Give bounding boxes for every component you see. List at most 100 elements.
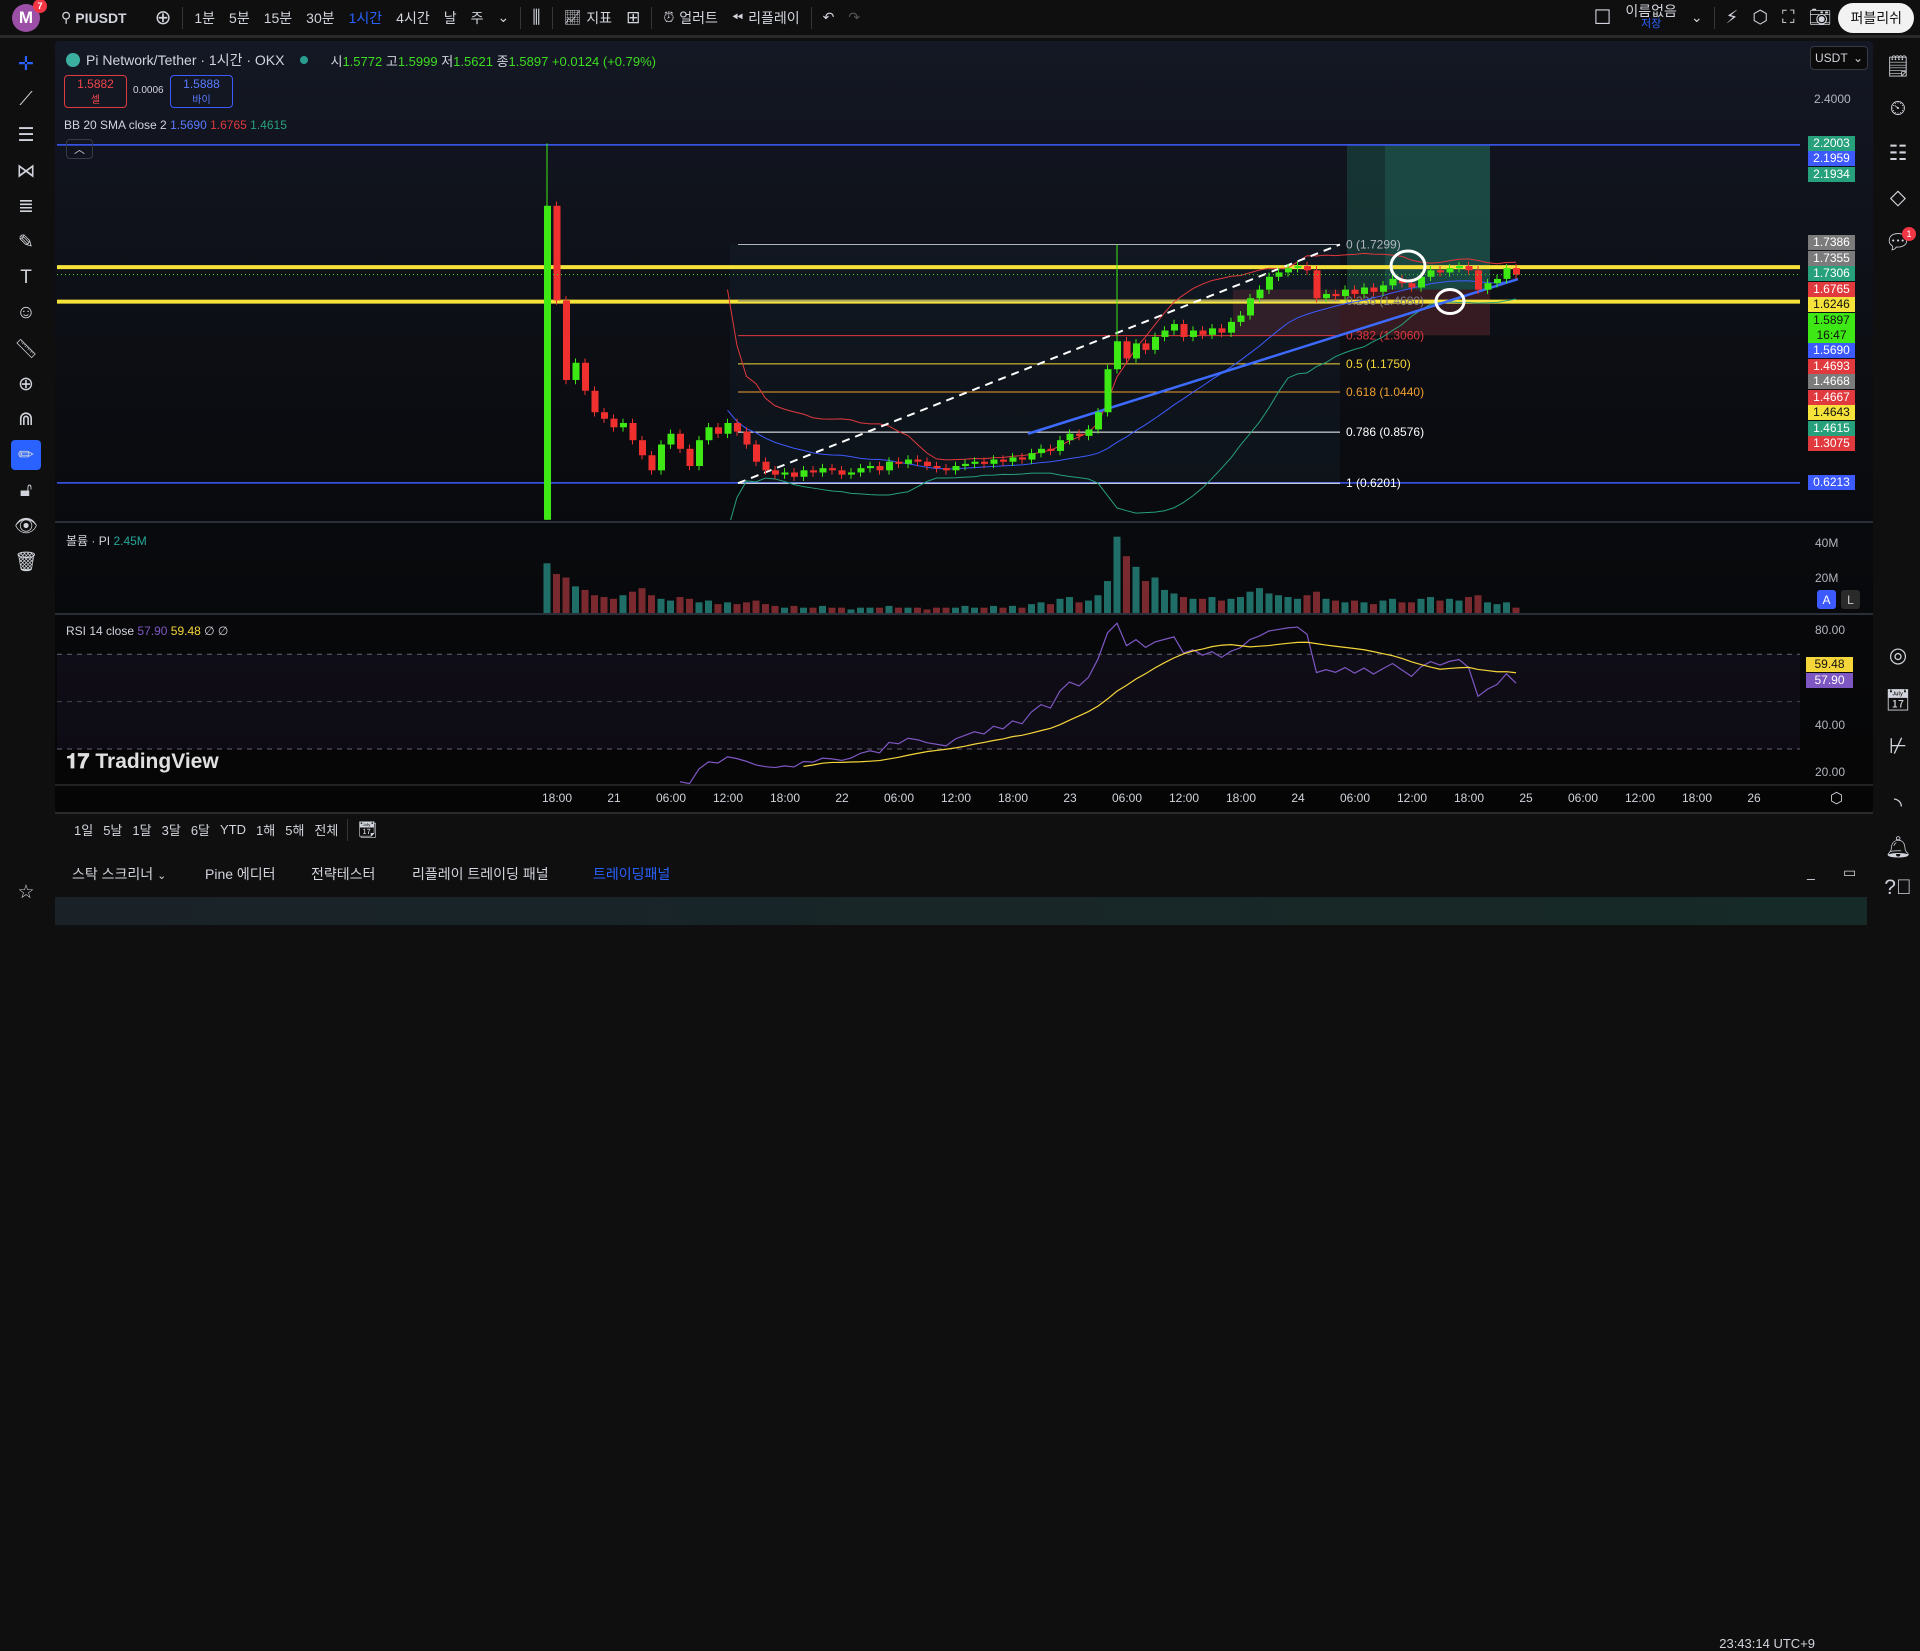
timeframe-15m[interactable]: 15분 <box>257 0 299 37</box>
user-avatar[interactable]: M7 <box>12 0 47 32</box>
range-1y[interactable]: 1해 <box>251 820 280 839</box>
range-5d[interactable]: 5날 <box>98 820 127 839</box>
layout-name-button[interactable]: 이름없음 저장 <box>1618 0 1684 37</box>
volume-label: 볼륨 · PI <box>66 534 111 548</box>
emoji-icon[interactable]: ☺ <box>0 296 52 332</box>
time-tick: 12:00 <box>1396 791 1428 805</box>
divider <box>1713 6 1715 29</box>
layouts-grid-icon[interactable]: ⊞ <box>619 0 647 37</box>
buy-button[interactable]: 1.5888 바이 <box>170 75 233 108</box>
range-1d[interactable]: 1일 <box>69 820 98 839</box>
clock-timezone[interactable]: 23:43:14 UTC+9 <box>1719 1636 1815 1651</box>
tab-pine-editor[interactable]: Pine 에디터 <box>205 864 276 884</box>
divider <box>520 6 522 29</box>
star-icon[interactable]: ☆ <box>0 875 52 911</box>
pine-chart-icon[interactable]: ⊬ <box>1876 734 1920 759</box>
price-label: 1.4693 <box>1808 358 1855 374</box>
sell-label: 셀 <box>90 95 101 106</box>
replay-button[interactable]: ⏪︎ 리플레이 <box>725 0 807 37</box>
lock-icon[interactable]: 🔓︎ <box>0 473 52 509</box>
calendar-icon[interactable]: 📅︎ <box>1876 689 1920 713</box>
layout-chevron-down-icon[interactable]: ⌄ <box>1684 0 1710 37</box>
timeframe-1m[interactable]: 1분 <box>187 0 222 37</box>
tradingview-logo[interactable]: 𝟏𝟕 TradingView <box>66 750 219 774</box>
object-tree-icon[interactable]: ☷ <box>1876 141 1920 166</box>
timeframe-30m[interactable]: 30분 <box>299 0 341 37</box>
range-3m[interactable]: 3달 <box>157 820 186 839</box>
layers-icon[interactable]: ◇ <box>1876 185 1920 210</box>
range-5y[interactable]: 5해 <box>280 820 309 839</box>
quick-search-icon[interactable]: ⚡︎ <box>1719 0 1746 37</box>
timeframe-week[interactable]: 주 <box>464 0 491 37</box>
timeframe-day[interactable]: 날 <box>437 0 464 37</box>
settings-hexagon-icon[interactable]: ⬡ <box>1745 0 1775 37</box>
crosshair-icon[interactable]: ✛ <box>0 47 52 83</box>
price-label-value: 0.6213 <box>1813 475 1850 490</box>
currency-select[interactable]: USDT ⌄ <box>1810 46 1868 70</box>
rsi-legend[interactable]: RSI 14 close 57.90 59.48 ∅ ∅ <box>66 624 228 638</box>
stay-in-drawing-mode-icon[interactable]: ✏︎ <box>0 438 52 474</box>
log-scale-toggle[interactable]: L <box>1841 590 1860 609</box>
timeframe-5m[interactable]: 5분 <box>222 0 257 37</box>
undo-icon[interactable]: ↶ <box>816 0 842 37</box>
pattern-icon[interactable]: ⋈ <box>0 154 52 190</box>
range-ytd[interactable]: YTD <box>215 822 251 837</box>
volume-legend[interactable]: 볼륨 · PI 2.45M <box>66 532 147 549</box>
timeframe-4h[interactable]: 4시간 <box>389 0 437 37</box>
fib-retracement-icon[interactable]: ≣ <box>0 189 52 225</box>
radar-icon[interactable]: ◎ <box>1876 643 1920 668</box>
help-icon[interactable]: ?⃝ <box>1876 876 1920 900</box>
broadcast-icon[interactable]: ◝ <box>1876 793 1920 818</box>
collapse-legend-chevron-up-icon[interactable]: ︿ <box>66 139 93 159</box>
alarm-clock-icon[interactable]: ⏲︎ <box>1876 97 1920 121</box>
watchlist-icon[interactable]: 🗒︎ <box>1876 55 1920 79</box>
price-label: 2.1934 <box>1808 166 1855 182</box>
chat-icon[interactable]: 💬︎ 1 <box>1876 227 1920 255</box>
timeframe-1h[interactable]: 1시간 <box>342 0 390 37</box>
brush-icon[interactable]: ✎ <box>0 225 52 261</box>
multi-layout-square-icon[interactable]: ☐ <box>1586 0 1618 37</box>
tab-strategy-tester[interactable]: 전략테스터 <box>311 864 375 884</box>
fullscreen-icon[interactable]: ⛶ <box>1775 0 1802 37</box>
candle-type-icon[interactable]: ⫼ <box>525 0 547 37</box>
tab-trading-panel[interactable]: 트레이딩패널 <box>593 864 670 884</box>
range-all[interactable]: 전체 <box>309 820 343 839</box>
auto-scale-toggle[interactable]: A <box>1817 590 1836 609</box>
tab-stock-screener[interactable]: 스탁 스크리너 ⌄ <box>72 864 166 884</box>
ruler-icon[interactable]: 📏︎ <box>0 331 52 367</box>
time-tick: 12:00 <box>1168 791 1200 805</box>
go-to-date-calendar-icon[interactable]: 📆︎ <box>352 820 382 840</box>
divider <box>182 6 184 29</box>
bollinger-legend[interactable]: BB 20 SMA close 2 1.5690 1.6765 1.4615 <box>64 118 287 132</box>
indicators-button[interactable]: 📈︎ 지표 <box>557 0 620 37</box>
range-1m[interactable]: 1달 <box>127 820 156 839</box>
minimize-icon[interactable]: _ <box>1807 864 1815 880</box>
publish-button[interactable]: 퍼블리쉬 <box>1838 2 1914 33</box>
magnet-icon[interactable]: ⋒ <box>0 402 52 438</box>
pane-divider[interactable] <box>55 521 1873 523</box>
trash-icon[interactable]: 🗑︎ <box>0 544 52 580</box>
symbol-title[interactable]: Pi Network/Tether · 1시간 · OKX <box>86 50 284 70</box>
bell-icon[interactable]: 🔔︎ <box>1876 836 1920 860</box>
eye-icon[interactable]: 👁︎ <box>0 509 52 545</box>
replay-label: 리플레이 <box>748 9 800 26</box>
range-6m[interactable]: 6달 <box>186 820 215 839</box>
text-icon[interactable]: T <box>0 260 52 296</box>
timeframe-chevron-down-icon[interactable]: ⌄ <box>491 0 517 37</box>
sell-button[interactable]: 1.5882 셀 <box>64 75 127 108</box>
compare-add-icon[interactable]: ⊕ <box>148 0 179 37</box>
alert-button[interactable]: ⏰︎ 얼러트 <box>656 0 725 37</box>
redo-icon[interactable]: ↷ <box>841 0 867 37</box>
zoom-in-icon[interactable]: ⊕ <box>0 367 52 403</box>
tab-replay-trading-panel[interactable]: 리플레이 트레이딩 패널 <box>412 864 549 884</box>
chart-area[interactable] <box>55 41 1873 812</box>
maximize-icon[interactable]: ▭ <box>1843 864 1856 881</box>
chart-settings-hexagon-icon[interactable]: ⬡ <box>1830 789 1843 807</box>
symbol-search[interactable]: ⚲ PIUSDT <box>54 0 134 37</box>
time-tick: 06:00 <box>655 791 687 805</box>
pane-divider[interactable] <box>55 613 1873 615</box>
trend-line-icon[interactable]: ⟋ <box>0 83 52 119</box>
camera-icon[interactable]: 📷︎ <box>1802 0 1839 37</box>
horizontal-lines-icon[interactable]: ☰ <box>0 118 52 154</box>
rsi-tick: 20.00 <box>1815 765 1846 779</box>
